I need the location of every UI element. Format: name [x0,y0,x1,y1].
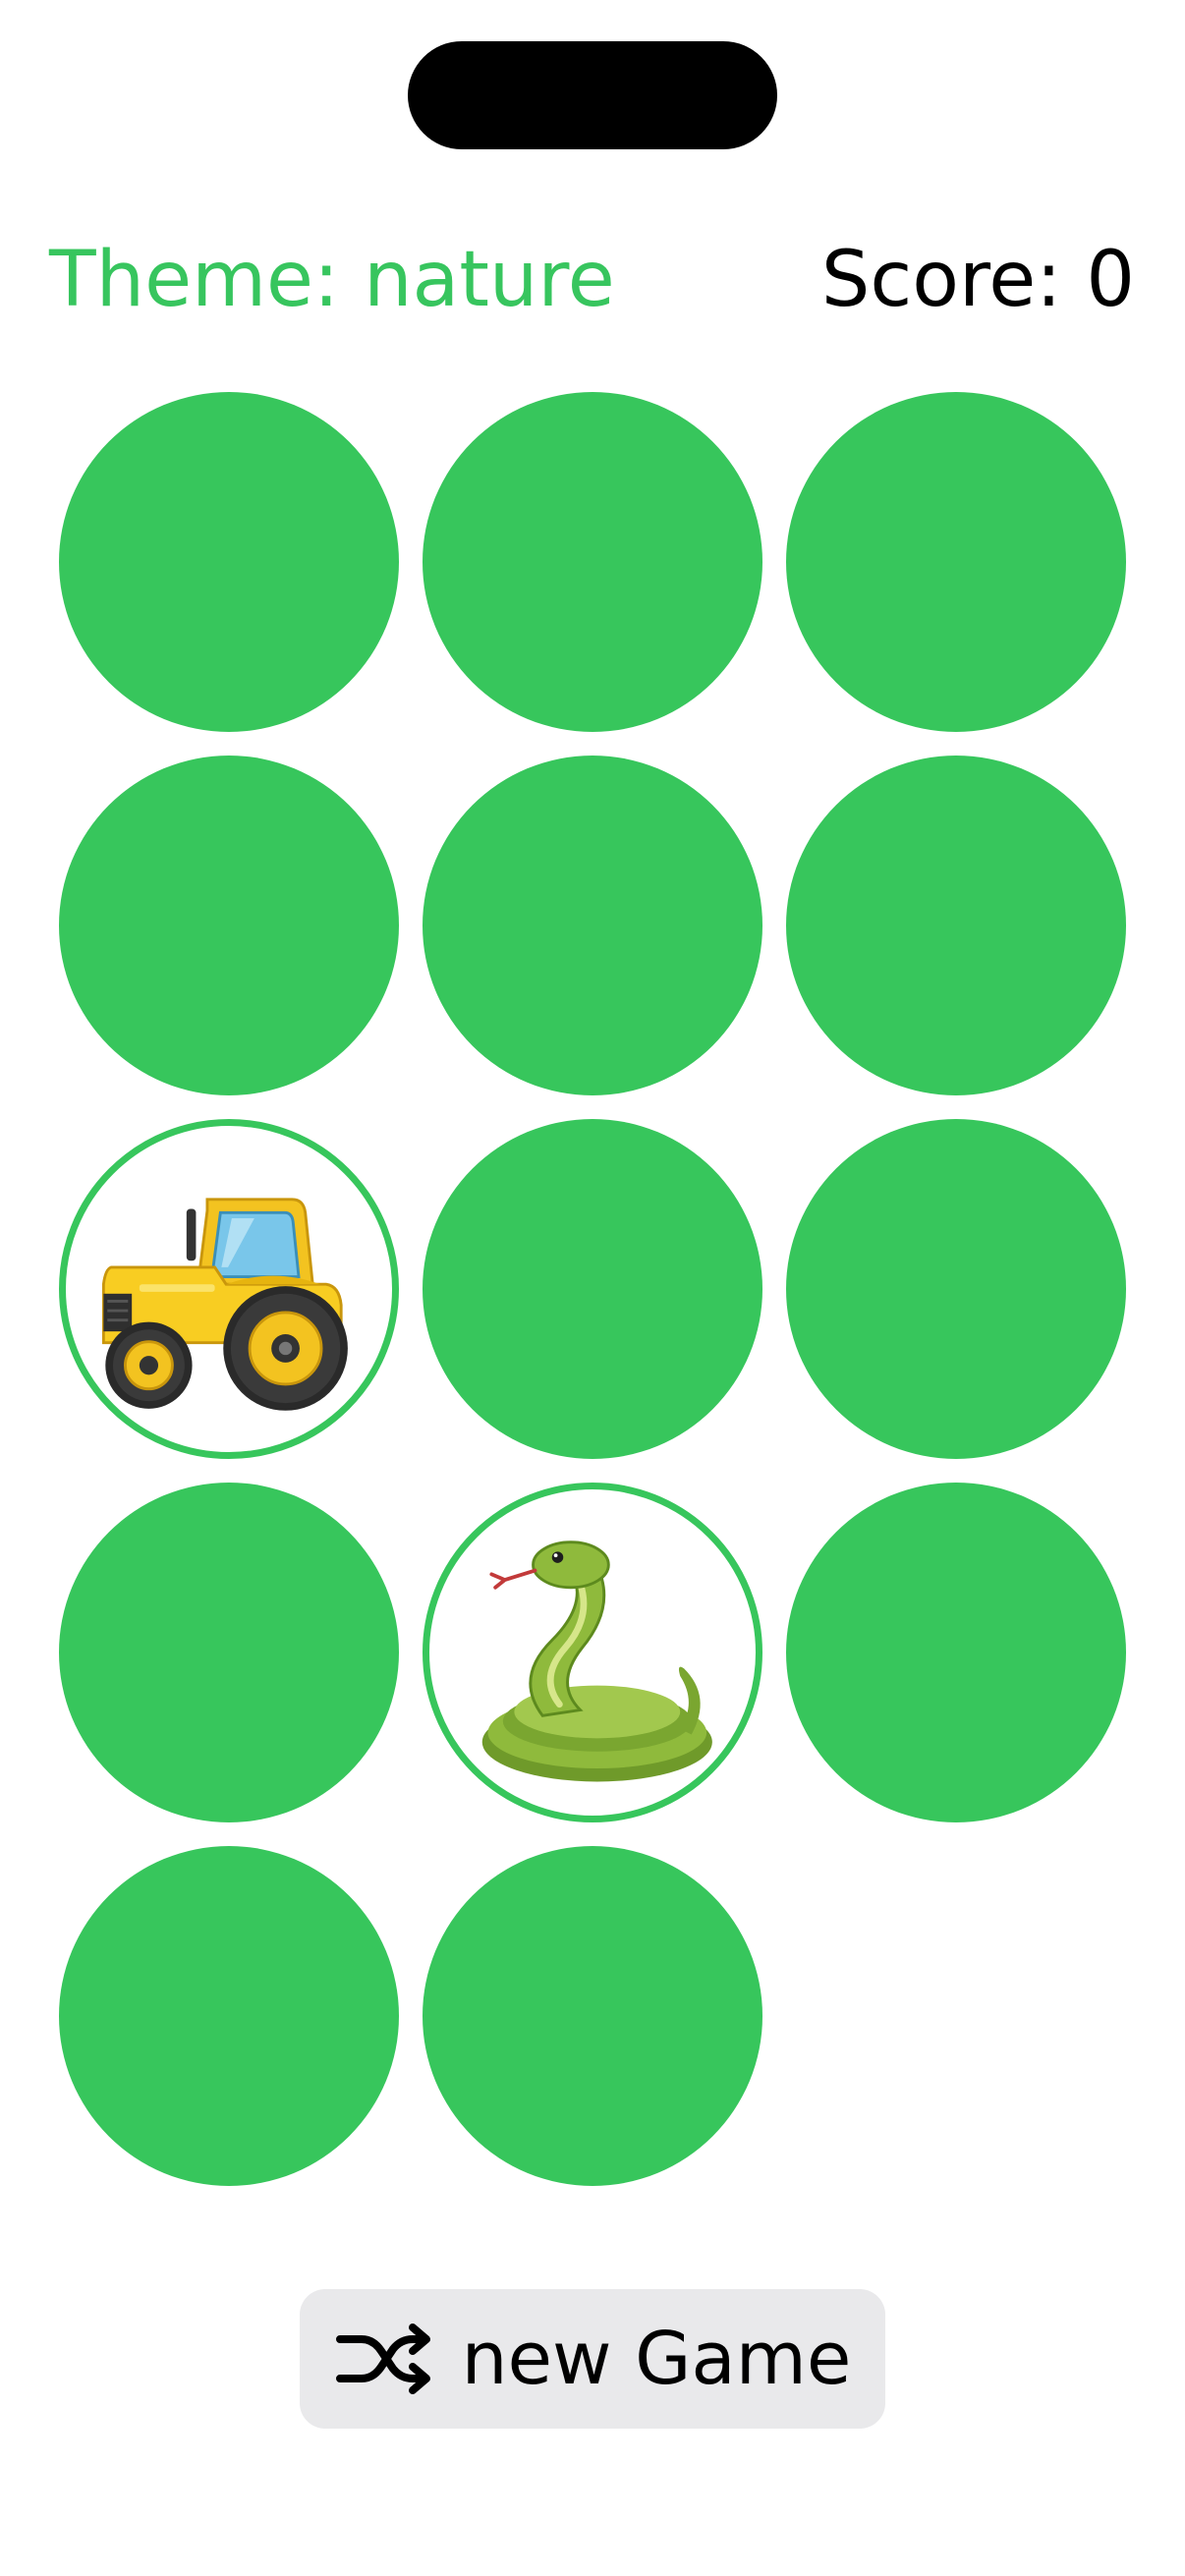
card-face-up-snake[interactable] [423,1483,762,1822]
shuffle-icon [335,2324,430,2394]
new-game-button[interactable]: new Game [300,2289,885,2429]
card-face-down[interactable] [59,1483,399,1822]
card-face-down[interactable] [786,1483,1126,1822]
header: Theme: nature Score: 0 [0,231,1185,329]
card-face-down[interactable] [786,756,1126,1095]
tractor-icon [101,1198,348,1411]
card-face-down[interactable] [59,392,399,732]
new-game-label: new Game [461,2317,852,2401]
snake-icon [481,1540,712,1782]
card-face-down[interactable] [59,1846,399,2186]
card-face-down[interactable] [423,1119,762,1459]
dynamic-island [408,41,777,149]
card-face-up-tractor[interactable] [59,1119,399,1459]
card-face-down[interactable] [786,392,1126,732]
score-label: Score: 0 [820,236,1135,324]
card-face-down[interactable] [59,756,399,1095]
card-face-down[interactable] [423,392,762,732]
card-face-down[interactable] [423,1846,762,2186]
card-grid [59,392,1126,2186]
card-face-down[interactable] [423,756,762,1095]
theme-title: Theme: nature [49,236,615,324]
card-face-down[interactable] [786,1119,1126,1459]
